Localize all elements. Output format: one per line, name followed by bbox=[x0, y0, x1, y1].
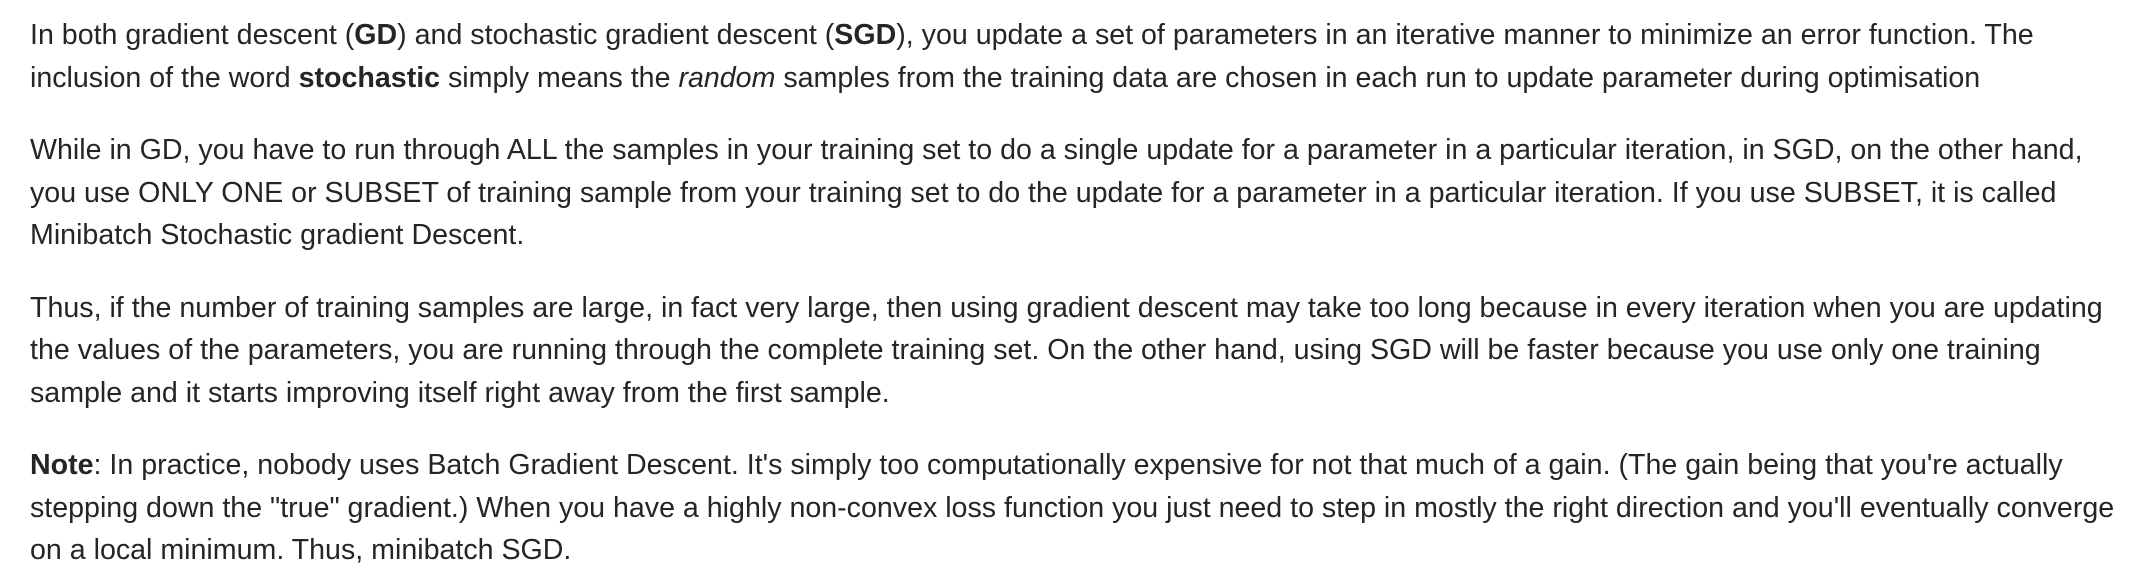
term-sgd: SGD bbox=[834, 19, 897, 51]
answer-body: In both gradient descent (GD) and stocha… bbox=[0, 0, 2142, 574]
paragraph-speed-comparison: Thus, if the number of training samples … bbox=[30, 291, 2103, 409]
paragraph-gd-vs-sgd: In both gradient descent (GD) and stocha… bbox=[30, 14, 2126, 99]
paragraph-sample-usage: While in GD, you have to run through ALL… bbox=[30, 134, 2083, 251]
term-stochastic: stochastic bbox=[298, 61, 441, 94]
term-gd: GD bbox=[354, 19, 398, 51]
text-span: simply means the bbox=[440, 61, 679, 94]
note-label: Note bbox=[30, 449, 94, 481]
text-span: In both gradient descent ( bbox=[30, 19, 355, 51]
paragraph-note: Note: In practice, nobody uses Batch Gra… bbox=[30, 444, 2126, 572]
text-span: samples from the training data are chose… bbox=[775, 61, 1981, 94]
term-random: random bbox=[678, 61, 776, 94]
note-text: : In practice, nobody uses Batch Gradien… bbox=[30, 449, 2115, 566]
text-span: ) and stochastic gradient descent ( bbox=[397, 19, 835, 51]
